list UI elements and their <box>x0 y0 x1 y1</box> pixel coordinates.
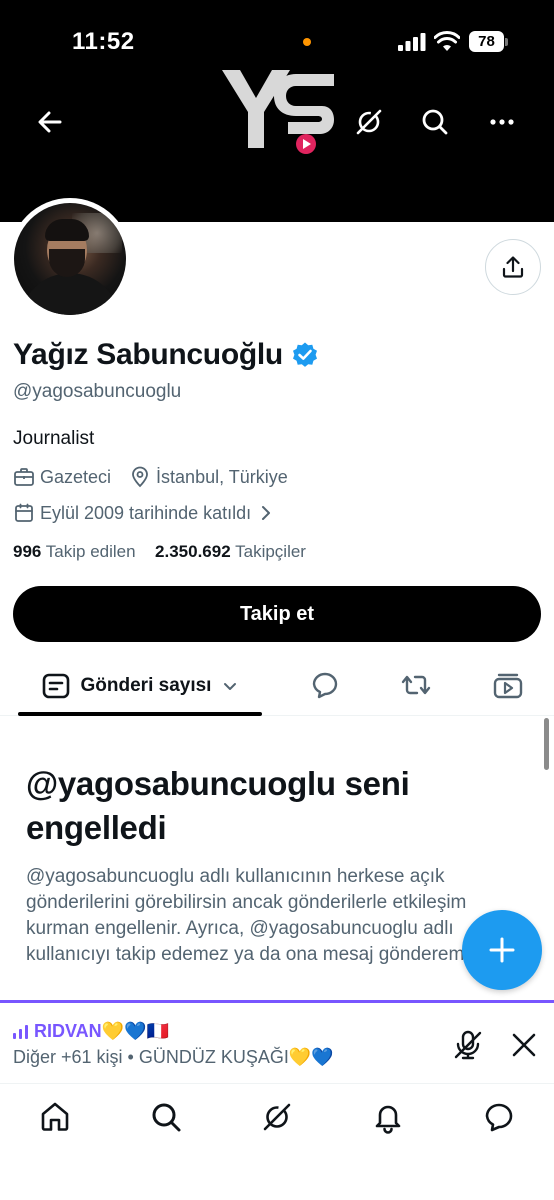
space-subtitle: Diğer +61 kişi • GÜNDÜZ KUŞAĞI💛💙 <box>13 1047 334 1067</box>
blocked-title: @yagosabuncuoglu seni engelledi <box>26 765 410 846</box>
tab-posts[interactable]: Gönderi sayısı <box>18 656 262 716</box>
following-count: 996 <box>13 542 42 561</box>
grok-icon[interactable] <box>351 104 387 140</box>
space-host-name: RIDVAN💛💙🇫🇷 <box>34 1021 169 1041</box>
grok-nav-icon[interactable] <box>260 1100 294 1134</box>
chevron-right-icon <box>262 506 271 520</box>
profile-location: İstanbul, Türkiye <box>156 466 288 487</box>
camera-indicator-dot <box>303 38 311 46</box>
profile-category: Gazeteci <box>40 466 112 487</box>
posts-icon <box>42 673 69 699</box>
space-host-row: RIDVAN💛💙🇫🇷 <box>13 1021 169 1042</box>
more-icon[interactable] <box>484 104 520 140</box>
location-pin-icon <box>132 466 148 488</box>
followers-link[interactable]: 2.350.692 Takipçiler <box>155 542 306 561</box>
bottom-navigation <box>0 1084 554 1200</box>
profile-header-banner: 11:52 78 <box>0 0 554 222</box>
profile-bio: Journalist <box>13 428 95 449</box>
follow-button[interactable]: Takip et <box>13 586 541 642</box>
wifi-icon <box>434 31 460 51</box>
tab-posts-label: Gönderi sayısı <box>80 675 212 696</box>
profile-handle: @yagosabuncuoglu <box>13 381 182 402</box>
avatar[interactable] <box>9 198 131 320</box>
battery-indicator: 78 <box>469 31 509 53</box>
following-link[interactable]: 996 Takip edilen <box>13 542 136 561</box>
profile-meta-row: Gazeteci İstanbul, Türkiye <box>13 466 288 488</box>
mic-off-icon[interactable] <box>450 1027 486 1063</box>
compose-post-button[interactable] <box>462 910 542 990</box>
audio-bars-icon <box>13 1024 28 1039</box>
tab-media-icon[interactable] <box>491 668 525 702</box>
cellular-signal-icon <box>398 33 426 51</box>
status-time: 11:52 <box>72 28 135 55</box>
close-icon[interactable] <box>508 1029 540 1061</box>
profile-joined-row[interactable]: Eylül 2009 tarihinde katıldı <box>13 502 282 524</box>
briefcase-icon <box>14 468 34 486</box>
profile-joined-date: Eylül 2009 tarihinde katıldı <box>40 502 252 523</box>
calendar-icon <box>15 503 33 522</box>
messages-icon[interactable] <box>482 1100 516 1134</box>
notifications-bell-icon[interactable] <box>371 1100 405 1134</box>
follow-counts: 996 Takip edilen 2.350.692 Takipçiler <box>13 542 306 562</box>
blocked-description: @yagosabuncuoglu adlı kullanıcının herke… <box>26 866 514 965</box>
live-space-bar[interactable]: RIDVAN💛💙🇫🇷 Diğer +61 kişi • GÜNDÜZ KUŞAĞ… <box>0 1000 554 1084</box>
explore-search-icon[interactable] <box>149 1100 183 1134</box>
plus-icon <box>489 937 515 963</box>
share-icon <box>502 256 524 278</box>
back-arrow-icon[interactable] <box>32 104 68 140</box>
followers-count: 2.350.692 <box>155 542 231 561</box>
share-button[interactable] <box>485 239 541 295</box>
active-tab-indicator <box>18 712 262 716</box>
profile-name: Yağız Sabuncuoğlu <box>13 338 283 371</box>
battery-level: 78 <box>469 31 504 52</box>
search-icon[interactable] <box>417 104 453 140</box>
avatar-photo <box>14 203 126 315</box>
tab-reposts-icon[interactable] <box>399 668 433 702</box>
tab-replies-icon[interactable] <box>308 668 342 702</box>
ys-logo <box>222 70 334 154</box>
home-icon[interactable] <box>38 1100 72 1134</box>
profile-tabs: Gönderi sayısı <box>0 656 554 716</box>
followers-label: Takipçiler <box>235 542 306 561</box>
following-label: Takip edilen <box>45 542 136 561</box>
profile-name-row: Yağız Sabuncuoğlu <box>13 338 319 372</box>
verified-badge-icon[interactable] <box>291 341 319 369</box>
chevron-down-icon <box>224 683 237 690</box>
scrollbar[interactable] <box>544 718 549 770</box>
